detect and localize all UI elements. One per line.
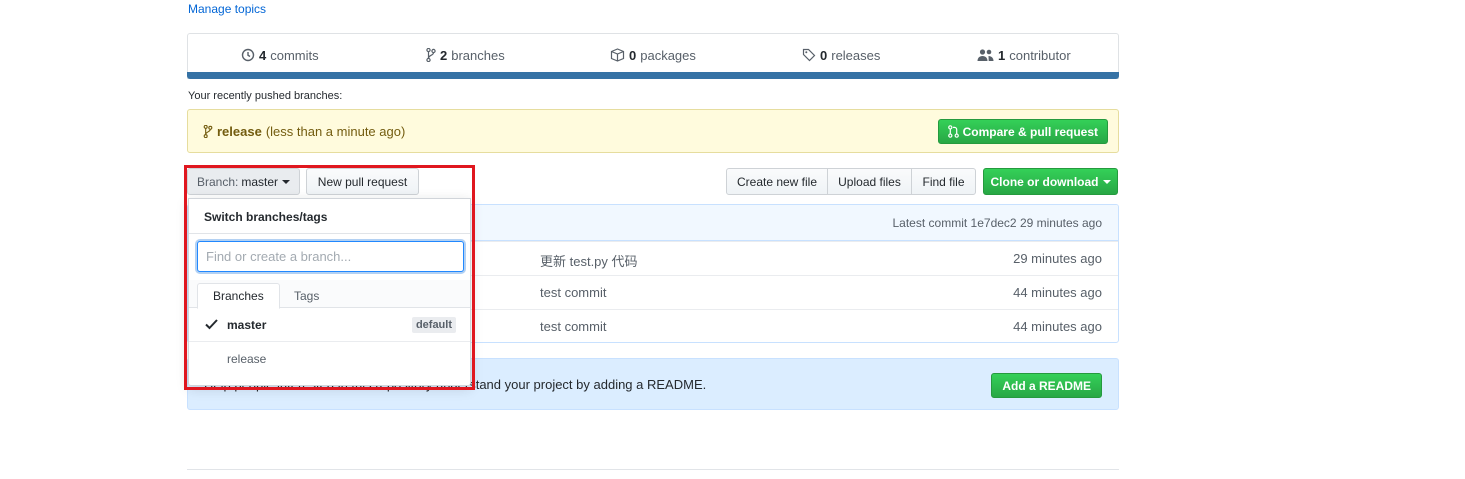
recent-branch-name[interactable]: release — [217, 124, 262, 139]
compare-label: Compare & pull request — [962, 124, 1098, 139]
branches-label: branches — [451, 47, 505, 63]
file-commit-message[interactable]: 更新 test.py 代码 — [540, 251, 638, 270]
file-commit-message[interactable]: test commit — [540, 285, 606, 300]
commits-label: commits — [270, 47, 319, 63]
numbers-summary: 4 commits 2 branches 0 packages 0 releas… — [187, 33, 1119, 79]
new-pull-request-button[interactable]: New pull request — [306, 168, 419, 195]
releases-link[interactable]: 0 releases — [802, 46, 880, 64]
branch-item-master[interactable]: master default — [189, 308, 470, 342]
dropdown-title: Switch branches/tags — [204, 210, 328, 224]
branch-item-release[interactable]: release — [189, 342, 470, 376]
language-bar[interactable] — [187, 72, 1119, 79]
branch-filter-input[interactable] — [197, 241, 464, 272]
manage-topics-link[interactable]: Manage topics — [188, 2, 266, 16]
file-commit-age: 29 minutes ago — [1013, 251, 1102, 266]
branch-icon — [426, 48, 436, 62]
releases-label: releases — [831, 47, 881, 63]
latest-commit: Latest commit 1e7dec2 29 minutes ago — [893, 216, 1103, 230]
dropdown-filter-area — [189, 234, 470, 280]
latest-commit-age: 29 minutes ago — [1019, 216, 1102, 230]
people-icon — [977, 49, 994, 61]
tab-tags[interactable]: Tags — [279, 283, 334, 309]
package-icon — [610, 48, 625, 62]
branch-item-name: master — [227, 318, 267, 332]
upload-files-button[interactable]: Upload files — [827, 168, 912, 195]
branch-select-button[interactable]: Branch: master — [187, 168, 300, 195]
commits-link[interactable]: 4 commits — [241, 46, 319, 64]
contributors-link[interactable]: 1 contributor — [977, 46, 1071, 64]
add-readme-button[interactable]: Add a README — [991, 373, 1102, 398]
clone-download-button[interactable]: Clone or download — [983, 168, 1118, 195]
branch-select-value: master — [241, 174, 279, 189]
default-branch-badge: default — [411, 317, 456, 333]
file-commit-age: 44 minutes ago — [1013, 285, 1102, 300]
tag-icon — [802, 48, 816, 62]
recent-branches-label: Your recently pushed branches: — [188, 90, 343, 102]
latest-commit-prefix: Latest commit — [892, 216, 968, 230]
tab-branches[interactable]: Branches — [197, 283, 280, 309]
find-file-button[interactable]: Find file — [911, 168, 976, 195]
packages-count: 0 — [629, 47, 637, 63]
branch-dropdown-menu: Switch branches/tags Branches Tags maste… — [188, 198, 471, 386]
file-commit-message[interactable]: test commit — [540, 319, 606, 334]
branch-select-label: Branch: — [196, 174, 239, 189]
packages-label: packages — [640, 47, 696, 63]
pull-request-icon — [947, 125, 959, 138]
recent-branch-notice: release (less than a minute ago) Compare… — [187, 109, 1119, 153]
contributors-label: contributor — [1009, 47, 1071, 63]
clone-download-label: Clone or download — [990, 174, 1099, 189]
dropdown-tabs: Branches Tags — [189, 280, 470, 309]
history-icon — [241, 48, 255, 62]
latest-commit-sha[interactable]: 1e7dec2 — [971, 216, 1017, 230]
branches-link[interactable]: 2 branches — [426, 46, 505, 64]
branch-item-name: release — [227, 352, 267, 366]
contributors-count: 1 — [998, 47, 1006, 63]
footer-divider — [187, 469, 1119, 470]
caret-down-icon — [1102, 180, 1111, 184]
packages-link[interactable]: 0 packages — [610, 46, 696, 64]
commits-count: 4 — [259, 47, 267, 63]
file-commit-age: 44 minutes ago — [1013, 319, 1102, 334]
compare-pull-request-button[interactable]: Compare & pull request — [937, 119, 1108, 144]
caret-down-icon — [282, 180, 291, 184]
branches-count: 2 — [440, 47, 448, 63]
recent-branch-time: (less than a minute ago) — [265, 124, 406, 139]
recent-branch-info: release (less than a minute ago) — [203, 124, 405, 139]
create-new-file-button[interactable]: Create new file — [726, 168, 828, 195]
dropdown-header: Switch branches/tags — [189, 199, 470, 234]
branch-icon — [203, 125, 213, 138]
releases-count: 0 — [820, 47, 828, 63]
check-icon — [205, 319, 218, 330]
